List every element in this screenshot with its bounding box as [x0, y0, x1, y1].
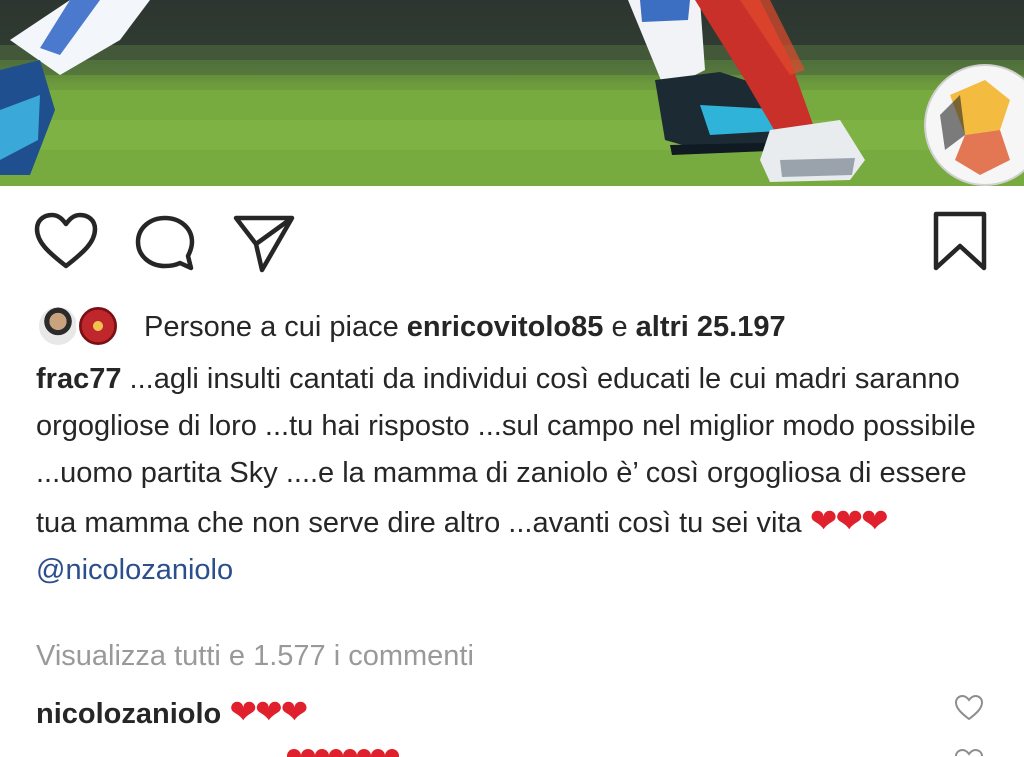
- liker-username[interactable]: enricovitolo85: [407, 311, 604, 344]
- likes-joiner: e: [611, 310, 628, 343]
- post-photo-illustration: [0, 0, 1024, 186]
- avatar: [76, 304, 120, 348]
- post-actions-bar: [0, 186, 1024, 296]
- avatar: [36, 304, 80, 348]
- caption-username[interactable]: frac77: [36, 363, 121, 395]
- post-caption: frac77 ...agli insulti cantati da indivi…: [36, 356, 996, 594]
- likers-avatars: [36, 302, 132, 352]
- next-comment-peek: [36, 744, 996, 757]
- paper-plane-icon[interactable]: [232, 214, 296, 274]
- comment-row: nicolozaniolo ❤❤❤: [36, 690, 308, 736]
- likes-summary[interactable]: Persone a cui piace enricovitolo85 e alt…: [36, 302, 996, 352]
- view-all-comments-link[interactable]: Visualizza tutti e 1.577 i commenti: [36, 640, 474, 673]
- comment-text: ❤❤❤: [229, 693, 308, 730]
- heart-icon: [287, 749, 399, 757]
- caption-mention[interactable]: @nicolozaniolo: [36, 547, 996, 594]
- comment-heart-icon[interactable]: [954, 694, 984, 722]
- post-photo[interactable]: [0, 0, 1024, 186]
- heart-outline-icon[interactable]: [34, 212, 98, 272]
- caption-hearts: ❤❤❤: [809, 502, 889, 539]
- bookmark-outline-icon[interactable]: [930, 210, 990, 274]
- likes-prefix: Persone a cui piace: [144, 310, 399, 343]
- comment-heart-icon[interactable]: [954, 748, 984, 757]
- likes-others-count[interactable]: altri 25.197: [636, 311, 786, 344]
- comment-username[interactable]: nicolozaniolo: [36, 698, 221, 730]
- comment-bubble-icon[interactable]: [134, 214, 196, 274]
